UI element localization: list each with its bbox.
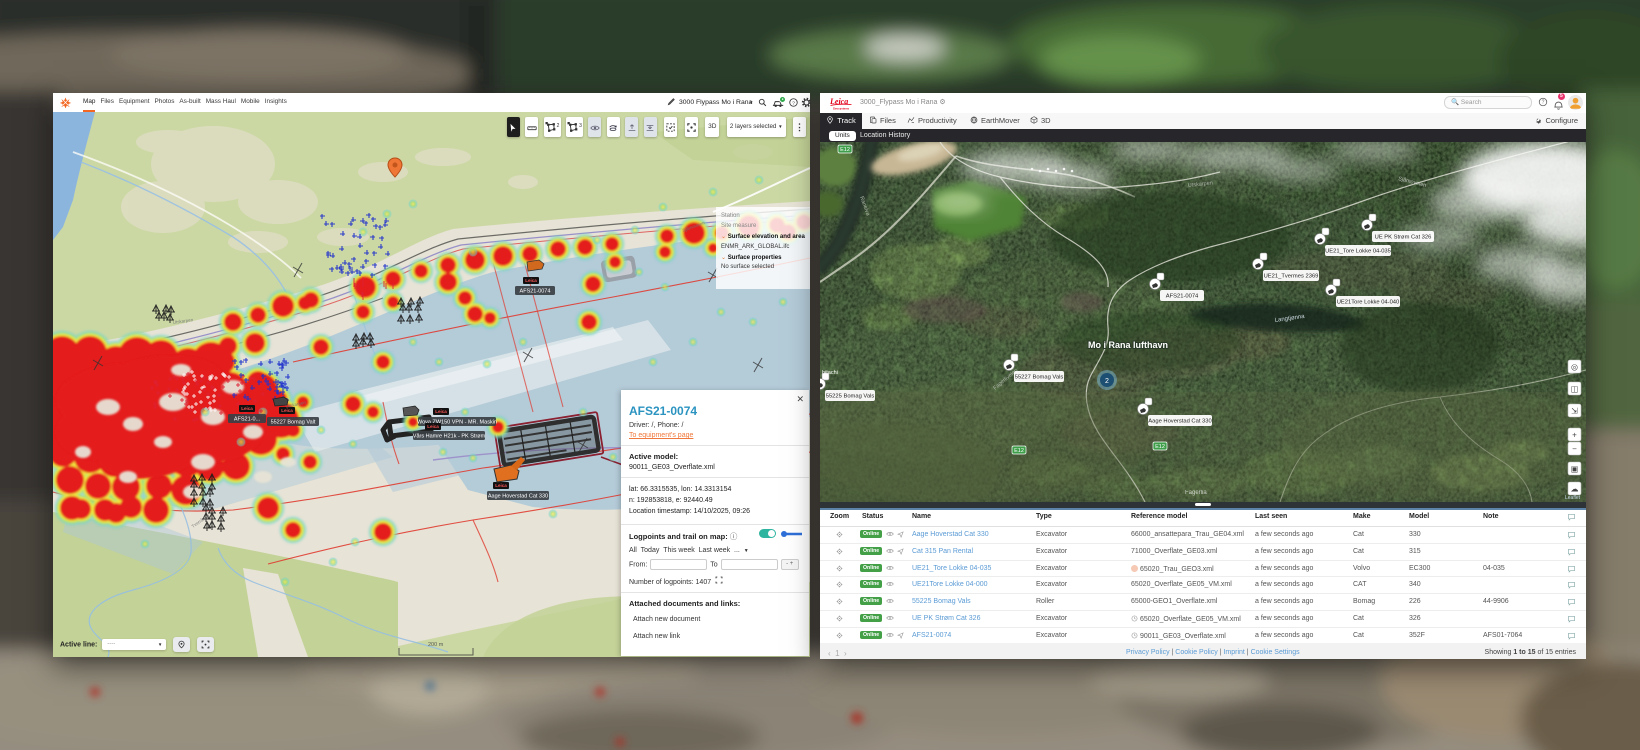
svg-text:Leica: Leica	[241, 406, 253, 411]
svg-text:55227 Bomag Vals: 55227 Bomag Vals	[1015, 375, 1064, 381]
svg-text:UE21_Tvermes 2369: UE21_Tvermes 2369	[1264, 274, 1319, 280]
svg-text:Leica: Leica	[281, 408, 293, 413]
svg-text:hitachi: hitachi	[822, 370, 838, 376]
svg-text:AFS21-0074: AFS21-0074	[520, 289, 551, 295]
svg-text:E12: E12	[840, 147, 850, 153]
svg-text:Leica: Leica	[435, 409, 447, 414]
svg-text:2: 2	[1105, 378, 1109, 385]
svg-text:Aage Hoverstad Cat 330: Aage Hoverstad Cat 330	[1148, 419, 1211, 425]
svg-text:UE21_Tore Lokke 04-035: UE21_Tore Lokke 04-035	[1325, 249, 1391, 255]
svg-text:⇲: ⇲	[1571, 407, 1578, 416]
svg-text:UE21Tore Lokke 04-040: UE21Tore Lokke 04-040	[1337, 300, 1400, 306]
svg-text:E12: E12	[1014, 448, 1024, 454]
svg-text:?: ?	[1542, 100, 1545, 106]
svg-text:▣: ▣	[1571, 465, 1579, 474]
svg-text:Leica: Leica	[427, 424, 439, 429]
svg-text:+: +	[1572, 431, 1577, 440]
svg-text:55227 Bomag Valt: 55227 Bomag Valt	[271, 420, 316, 426]
svg-text:UE PK Strøm Cat 326: UE PK Strøm Cat 326	[1375, 235, 1432, 241]
svg-text:◎: ◎	[1571, 363, 1578, 372]
svg-text:200 m: 200 m	[428, 642, 444, 648]
svg-text:Leica: Leica	[495, 483, 507, 488]
svg-text:Aage Hoverstad Cat 330: Aage Hoverstad Cat 330	[488, 494, 548, 500]
svg-text:Fagerlia: Fagerlia	[1185, 490, 1207, 496]
svg-text:☁: ☁	[1571, 485, 1579, 494]
svg-text:55225 Bomag Vals: 55225 Bomag Vals	[826, 394, 875, 400]
svg-text:?: ?	[792, 100, 795, 106]
svg-text:E12: E12	[1155, 444, 1165, 450]
svg-text:Leaflet: Leaflet	[1565, 495, 1581, 501]
svg-text:Geosystems: Geosystems	[833, 107, 850, 111]
svg-text:AFS21-0...: AFS21-0...	[234, 417, 261, 423]
svg-text:AFS21-0074: AFS21-0074	[1166, 294, 1199, 300]
svg-text:Mo i Rana lufthavn: Mo i Rana lufthavn	[1088, 340, 1168, 350]
svg-text:Leica: Leica	[525, 278, 537, 283]
svg-text:−: −	[1572, 445, 1577, 454]
svg-text:Vårs Hamre H21k - PK Strøm: Vårs Hamre H21k - PK Strøm	[413, 433, 486, 440]
svg-text:◫: ◫	[1571, 385, 1579, 394]
